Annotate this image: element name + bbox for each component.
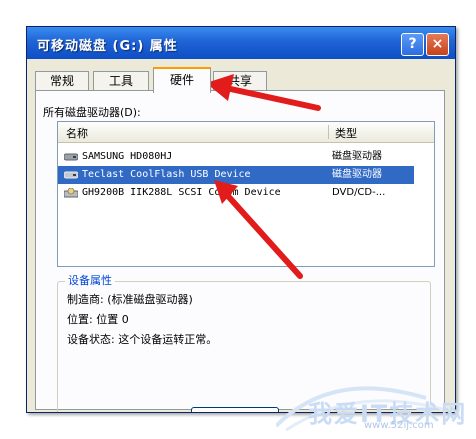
properties-dialog: 可移动磁盘 (G:) 属性 ? × 常规 工具 硬件 共享 所有磁盘驱动器(D)… bbox=[26, 26, 456, 413]
watermark-url: www.52ij.com bbox=[364, 420, 434, 431]
device-list[interactable]: 名称 类型 SAMSUNG HD080HJ 磁盘驱动器 Teclast Cool… bbox=[57, 121, 435, 267]
tab-hardware[interactable]: 硬件 bbox=[153, 67, 211, 93]
device-row[interactable]: GH9200B IIK288L SCSI CdRom Device DVD/CD… bbox=[58, 184, 414, 202]
manufacturer-text: 制造商: (标准磁盘驱动器) bbox=[67, 293, 193, 306]
disk-drive-icon bbox=[64, 153, 78, 161]
help-button[interactable]: ? bbox=[401, 33, 424, 56]
device-name: GH9200B IIK288L SCSI CdRom Device bbox=[82, 187, 281, 198]
device-type: 磁盘驱动器 bbox=[332, 169, 382, 180]
window-title: 可移动磁盘 (G:) 属性 bbox=[37, 39, 178, 54]
tab-tools[interactable]: 工具 bbox=[93, 71, 149, 91]
device-type: DVD/CD-... bbox=[332, 187, 386, 198]
tab-general[interactable]: 常规 bbox=[35, 71, 89, 91]
device-list-label: 所有磁盘驱动器(D): bbox=[43, 106, 141, 119]
list-header: 名称 类型 bbox=[58, 122, 434, 143]
tab-sharing[interactable]: 共享 bbox=[213, 71, 267, 91]
column-type-header[interactable]: 类型 bbox=[328, 125, 357, 140]
close-button[interactable]: × bbox=[426, 33, 449, 56]
device-row-selected[interactable]: Teclast CoolFlash USB Device 磁盘驱动器 bbox=[58, 166, 414, 184]
device-name: Teclast CoolFlash USB Device bbox=[82, 169, 251, 180]
column-name-header[interactable]: 名称 bbox=[66, 125, 88, 141]
device-name: SAMSUNG HD080HJ bbox=[82, 151, 173, 162]
title-bar[interactable]: 可移动磁盘 (G:) 属性 ? × bbox=[27, 27, 455, 59]
device-properties-legend: 设备属性 bbox=[65, 272, 115, 288]
device-type: 磁盘驱动器 bbox=[332, 151, 382, 162]
device-row[interactable]: SAMSUNG HD080HJ 磁盘驱动器 bbox=[58, 148, 414, 166]
device-status-text: 设备状态: 这个设备运转正常。 bbox=[67, 333, 218, 346]
tab-strip: 常规 工具 硬件 共享 bbox=[35, 67, 455, 93]
disk-drive-icon bbox=[64, 171, 78, 179]
cdrom-icon bbox=[64, 188, 78, 198]
location-text: 位置: 位置 0 bbox=[67, 313, 129, 326]
properties-button[interactable] bbox=[191, 407, 279, 412]
